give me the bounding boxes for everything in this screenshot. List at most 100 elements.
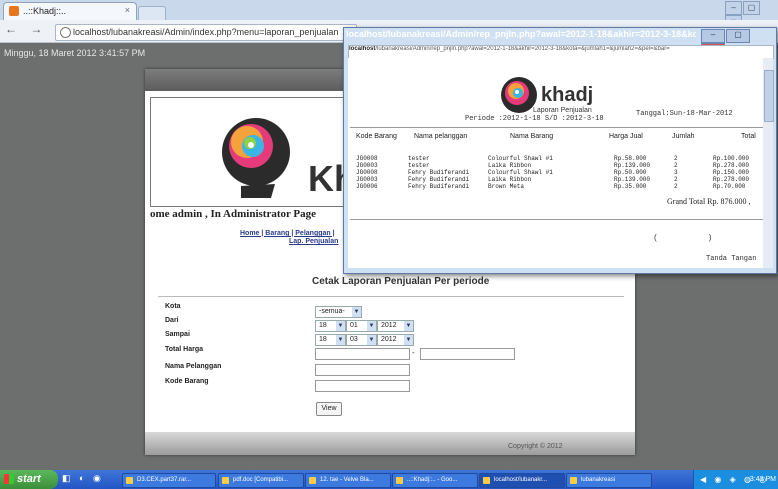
taskbar-item[interactable]: pdf.doc [Compatibi... [218, 473, 304, 488]
media-player-icon [309, 477, 316, 484]
cell-nama: tester [408, 162, 430, 169]
signature-label: Tanda Tangan [706, 255, 757, 263]
quick-launch[interactable]: ◧ ◐ ◉ [62, 473, 104, 484]
total-max-input[interactable] [420, 348, 515, 360]
date-text: Minggu, 18 Maret 2012 3:41:57 PM [4, 48, 146, 58]
col-nama-barang: Nama Barang [510, 133, 554, 140]
cell-total: Rp.70.000 [713, 183, 746, 190]
col-total: Total [741, 133, 756, 140]
firefox-icon [483, 477, 490, 484]
cell-jumlah: 2 [674, 162, 678, 169]
new-tab-button[interactable] [138, 6, 166, 21]
globe-icon [60, 27, 71, 38]
cell-harga: Rp.50.000 [614, 169, 647, 176]
col-kode-barang: Kode Barang [356, 133, 397, 140]
report-divider [350, 127, 763, 128]
cell-kode: JG0003 [356, 162, 378, 169]
nama-pelanggan-label: Nama Pelanggan [165, 363, 222, 370]
sampai-label: Sampai [165, 331, 190, 338]
sampai-year-select[interactable]: 2012 ▼ [377, 334, 414, 346]
cell-nama: Fehry Budiferandi [408, 183, 470, 190]
popup-address-path: /lubanakreasi/Admin/rep_pnjln.php?awal=2… [375, 46, 670, 52]
report-periode: Periode :2012-1-18 S/D :2012-3-18 [465, 115, 604, 123]
view-button[interactable]: View [316, 402, 342, 416]
clock: 3:43 PM [749, 476, 776, 483]
dari-month-select[interactable]: 01 ▼ [346, 320, 377, 332]
divider [158, 296, 624, 297]
cell-harga: Rp.58.000 [614, 155, 647, 162]
folder-icon [570, 477, 577, 484]
dari-month-value: 01 [350, 322, 358, 329]
address-url: localhost/lubanakreasi/Admin/index.php?m… [73, 27, 339, 37]
cell-nama: Fehry Budiferandi [408, 176, 470, 183]
range-separator: - [412, 348, 415, 357]
taskbar-item-label: localhost/lubanakr... [494, 477, 548, 483]
cell-nama: tester [408, 155, 430, 162]
maximize-button[interactable]: ▢ [743, 1, 760, 15]
taskbar-item[interactable]: lubanakreasi [566, 473, 652, 488]
dari-label: Dari [165, 317, 179, 324]
address-bar[interactable]: localhost/lubanakreasi/Admin/index.php?m… [55, 24, 357, 41]
cell-barang: Laika Ribbon [488, 176, 532, 183]
cell-barang: Colourful Shawl #1 [488, 155, 553, 162]
nav-menu-laporan[interactable]: Lap. Penjualan [289, 238, 338, 245]
col-nama-pelanggan: Nama pelanggan [414, 133, 468, 140]
taskbar-item[interactable]: localhost/lubanakr... [479, 473, 565, 488]
start-label: start [17, 473, 41, 485]
kota-select[interactable]: -semua- ▼ [315, 306, 362, 318]
cell-harga: Rp.139.000 [614, 162, 651, 169]
chevron-down-icon: ▼ [404, 321, 413, 331]
report-brand: khadj [541, 84, 594, 106]
cell-nama: Fehry Budiferandi [408, 169, 470, 176]
kota-label: Kota [165, 303, 181, 310]
chevron-down-icon: ▼ [336, 335, 345, 345]
popup-address-host: localhost [349, 46, 376, 52]
cell-jumlah: 2 [674, 155, 678, 162]
cell-total: Rp.100.000 [713, 155, 750, 162]
form-title: Cetak Laporan Penjualan Per periode [312, 276, 490, 287]
sampai-year-value: 2012 [381, 336, 397, 343]
popup-maximize-button[interactable]: ▢ [726, 29, 750, 43]
taskbar-item[interactable]: ..::Khadj::.. - Goo... [392, 473, 478, 488]
windows-logo-icon [4, 474, 14, 484]
dari-day-select[interactable]: 18 ▼ [315, 320, 346, 332]
total-min-input[interactable] [315, 348, 410, 360]
sampai-day-value: 18 [319, 336, 327, 343]
tab-khadj[interactable]: ..::Khadj::.. × [3, 2, 137, 21]
word-icon [222, 477, 229, 484]
chevron-down-icon: ▼ [367, 335, 376, 345]
nav-menu[interactable]: Home | Barang | Pelanggan | [240, 230, 335, 237]
popup-address-bar[interactable]: localhost/lubanakreasi/Admin/rep_pnjln.p… [348, 45, 774, 59]
cell-barang: Brown Meta [488, 183, 525, 190]
cell-total: Rp.278.000 [713, 176, 750, 183]
taskbar-item[interactable]: 12. tae - Velve Bla... [305, 473, 391, 488]
copyright-text: Copyright © 2012 [508, 443, 563, 450]
scrollbar-thumb[interactable] [764, 70, 774, 122]
report-title: Laporan Penjualan [533, 107, 592, 114]
sampai-day-select[interactable]: 18 ▼ [315, 334, 346, 346]
dari-year-select[interactable]: 2012 ▼ [377, 320, 414, 332]
popup-minimize-button[interactable]: – [701, 29, 725, 43]
window-controls: – ▢ × [724, 1, 774, 29]
chevron-down-icon: ▼ [352, 307, 361, 317]
cell-jumlah: 3 [674, 169, 678, 176]
taskbar-item-label: lubanakreasi [581, 477, 616, 483]
taskbar-item[interactable]: D3.CEX.part37.rar... [122, 473, 216, 488]
report-divider-bottom [350, 219, 763, 220]
col-harga-jual: Harga Jual [609, 133, 643, 140]
dari-day-value: 18 [319, 322, 327, 329]
close-tab-icon[interactable]: × [125, 5, 130, 15]
sampai-month-select[interactable]: 03 ▼ [346, 334, 377, 346]
kode-barang-input[interactable] [315, 380, 410, 392]
report-date: Tanggal:Sun-18-Mar-2012 [636, 110, 733, 118]
nama-pelanggan-input[interactable] [315, 364, 410, 376]
cell-kode: JG0008 [356, 169, 378, 176]
start-button[interactable]: start [0, 470, 58, 489]
dari-year-value: 2012 [381, 322, 397, 329]
sampai-month-value: 03 [350, 336, 358, 343]
cell-barang: Laika Ribbon [488, 162, 532, 169]
system-tray: ◀ ◉ ◈ ◍ ◎ 3:43 PM [693, 470, 778, 489]
minimize-button[interactable]: – [725, 1, 742, 15]
chevron-down-icon: ▼ [404, 335, 413, 345]
popup-scrollbar[interactable] [763, 58, 774, 268]
